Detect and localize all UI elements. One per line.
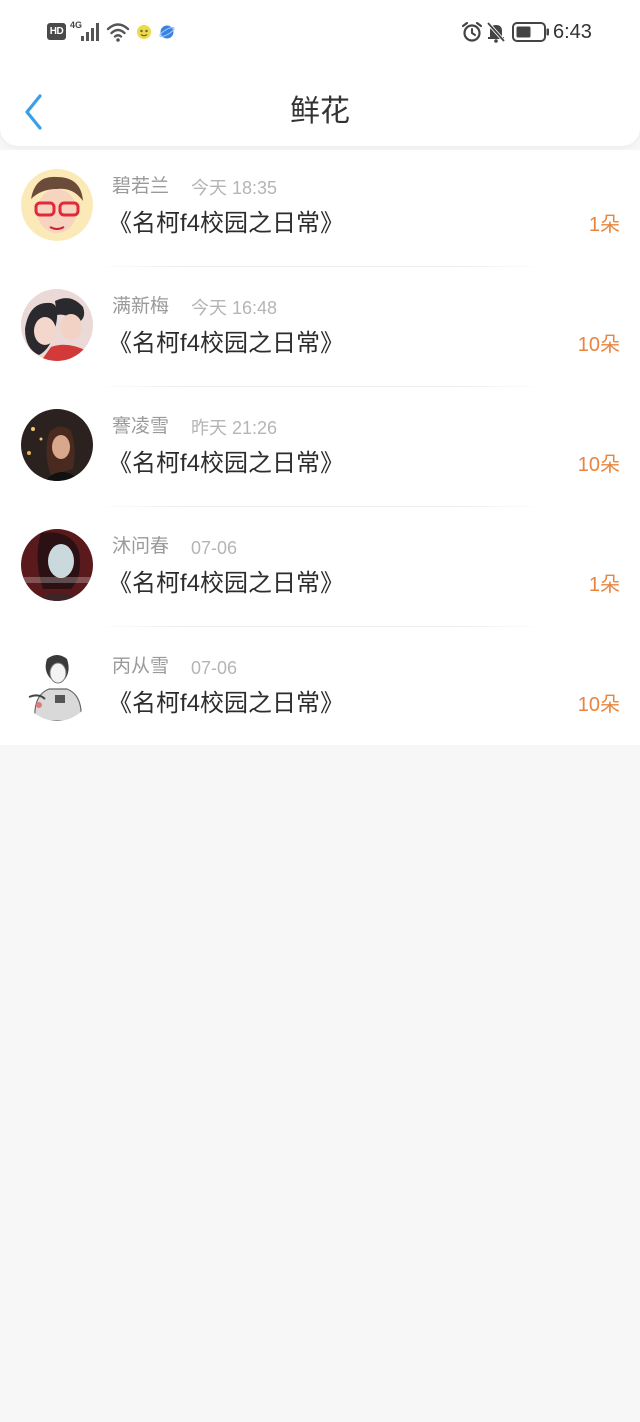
sender-name: 碧若兰 <box>112 176 170 197</box>
book-title: 《名柯f4校园之日常》 <box>108 330 345 357</box>
top-header: HD 4G 6:43 鲜花 <box>0 0 640 146</box>
divider <box>95 266 545 267</box>
avatar[interactable] <box>21 529 93 601</box>
avatar[interactable] <box>21 649 93 721</box>
flower-count: 10朵 <box>577 694 620 716</box>
browser-notification-icon <box>159 24 175 45</box>
page-title: 鲜花 <box>290 95 350 128</box>
divider <box>95 506 545 507</box>
list-item[interactable]: 碧若兰 今天 18:35 《名柯f4校园之日常》 1朵 <box>0 150 640 270</box>
avatar[interactable] <box>21 289 93 361</box>
status-bar: HD 4G 6:43 <box>0 0 640 64</box>
battery-icon <box>512 22 550 47</box>
hd-icon: HD <box>47 23 66 40</box>
send-time: 07-06 <box>191 538 238 558</box>
send-time: 07-06 <box>191 658 238 678</box>
clock-time: 6:43 <box>553 21 592 43</box>
app-notification-icon <box>136 24 152 45</box>
book-title: 《名柯f4校园之日常》 <box>108 570 345 597</box>
signal-icon <box>80 22 102 47</box>
divider <box>95 386 545 387</box>
book-title: 《名柯f4校园之日常》 <box>108 210 345 237</box>
wifi-icon <box>106 21 130 48</box>
divider <box>95 626 545 627</box>
send-time: 昨天 21:26 <box>191 418 278 438</box>
avatar[interactable] <box>21 409 93 481</box>
flower-count: 1朵 <box>588 214 620 236</box>
alarm-icon <box>461 21 483 48</box>
book-title: 《名柯f4校园之日常》 <box>108 450 345 477</box>
flower-count: 10朵 <box>577 334 620 356</box>
flower-count: 1朵 <box>588 574 620 596</box>
book-title: 《名柯f4校园之日常》 <box>108 690 345 717</box>
send-time: 今天 16:48 <box>191 298 278 318</box>
sender-name: 沐问春 <box>112 536 170 557</box>
list-item[interactable]: 沐问春 07-06 《名柯f4校园之日常》 1朵 <box>0 510 640 630</box>
flower-count: 10朵 <box>577 454 620 476</box>
send-time: 今天 18:35 <box>191 178 278 198</box>
list-item[interactable]: 满新梅 今天 16:48 《名柯f4校园之日常》 10朵 <box>0 270 640 390</box>
list-item[interactable]: 謇凌雪 昨天 21:26 《名柯f4校园之日常》 10朵 <box>0 390 640 510</box>
avatar[interactable] <box>21 169 93 241</box>
list-item[interactable]: 丙从雪 07-06 《名柯f4校园之日常》 10朵 <box>0 630 640 750</box>
sender-name: 謇凌雪 <box>112 416 170 437</box>
sender-name: 满新梅 <box>112 296 170 317</box>
flower-gift-list: 碧若兰 今天 18:35 《名柯f4校园之日常》 1朵 满新梅 今天 16:48… <box>0 150 640 745</box>
bell-off-icon <box>486 21 506 48</box>
sender-name: 丙从雪 <box>112 656 170 677</box>
